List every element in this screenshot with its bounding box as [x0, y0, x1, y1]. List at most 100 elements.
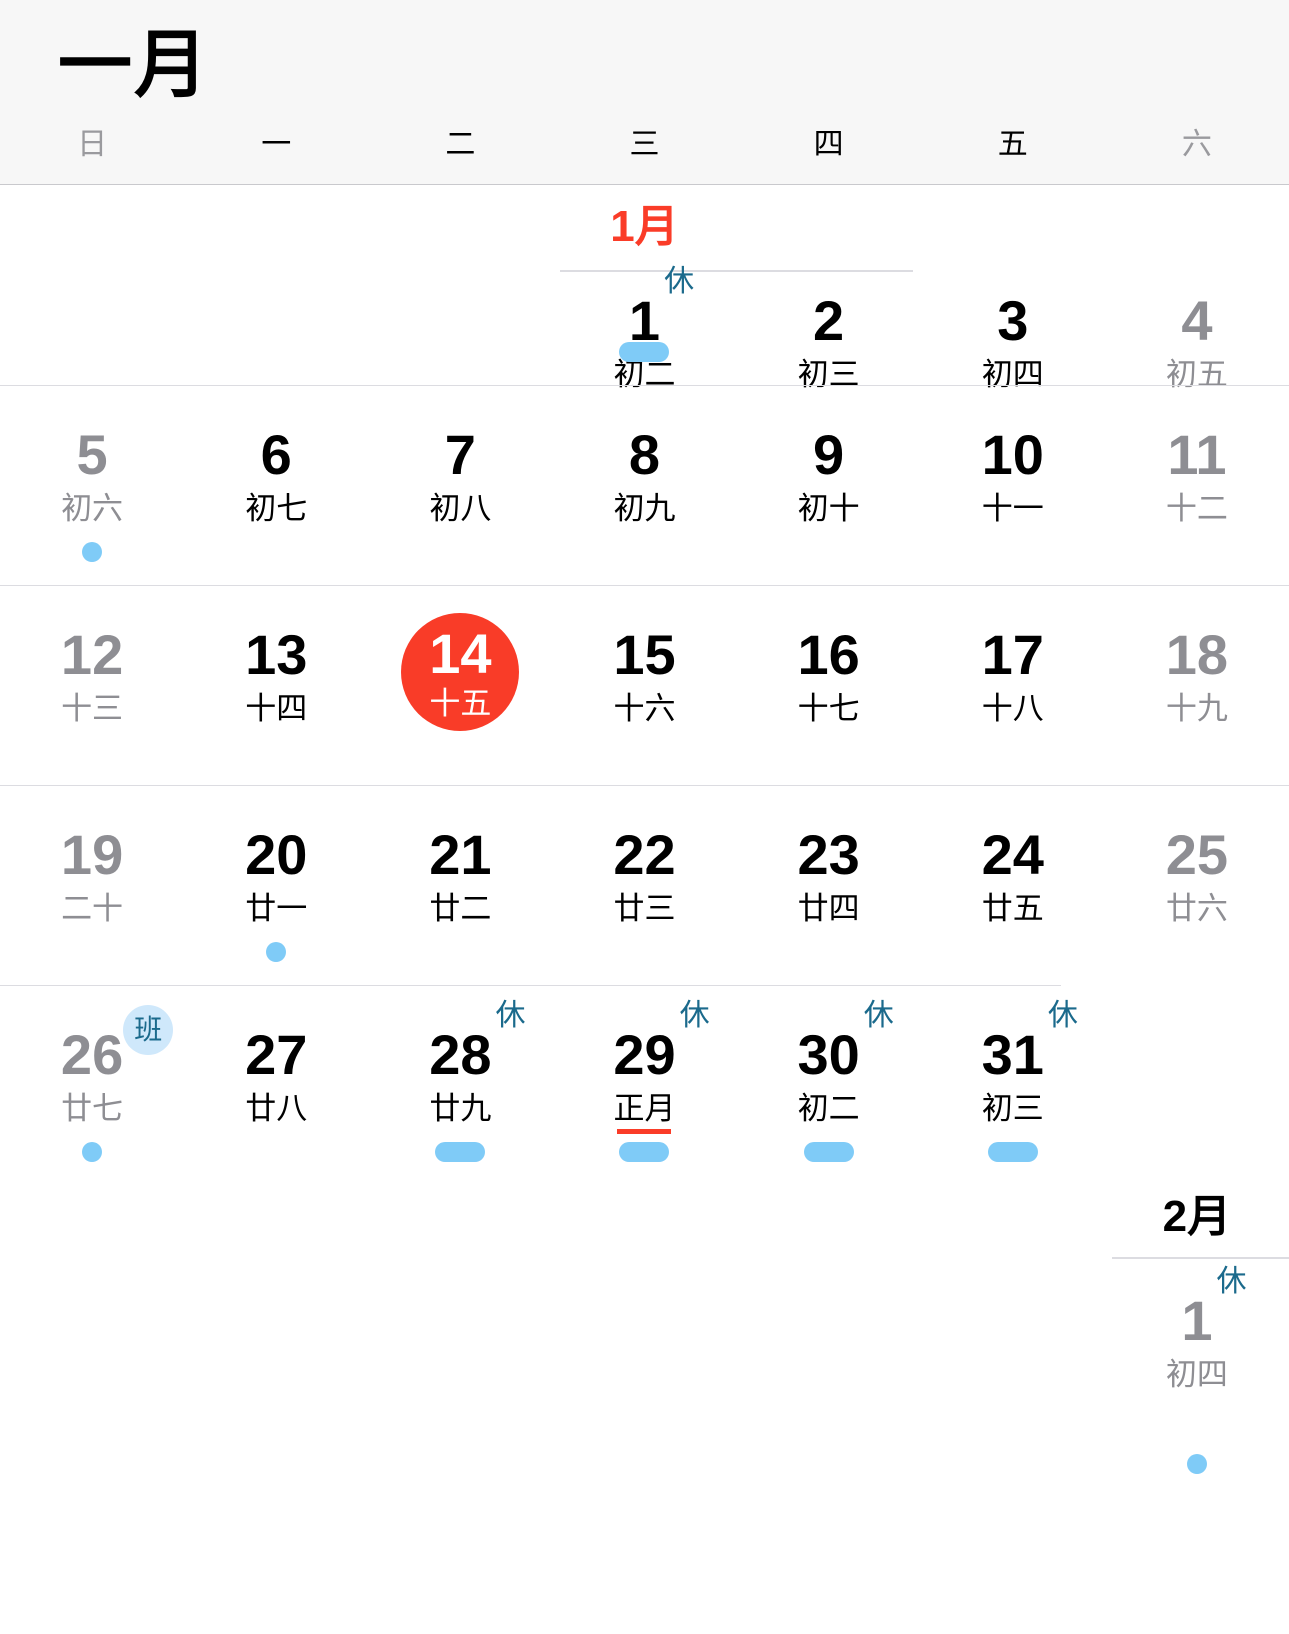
weekday-header-row: 日一二三四五六: [0, 130, 1289, 185]
calendar-day-cell[interactable]: 17 十八: [921, 585, 1105, 785]
calendar-day-cell[interactable]: 2月 1 休初四: [1105, 1185, 1289, 1539]
day-content: 26 班廿七: [0, 1005, 184, 1124]
calendar-day-cell[interactable]: 26 班廿七: [0, 985, 184, 1185]
calendar-day-cell[interactable]: 28 休廿九: [368, 985, 552, 1185]
calendar-day-cell[interactable]: 21 廿二: [368, 785, 552, 985]
day-number: 14: [429, 621, 492, 685]
calendar-week-row: 26 班廿七 27 廿八 28 休廿九 29 休正月 30 休初二 31 休初三: [0, 985, 1289, 1185]
calendar-cell-empty: [184, 185, 368, 385]
event-indicator-group: [552, 1142, 736, 1167]
event-indicator: [82, 1142, 103, 1162]
day-number: 24: [981, 823, 1044, 886]
day-content: 17 十八: [921, 627, 1105, 725]
calendar-day-cell[interactable]: 20 廿一: [184, 785, 368, 985]
calendar-day-cell[interactable]: 10 十一: [921, 385, 1105, 585]
calendar-week-row: 1月 1 休初二 2 初三 3 初四 4 初五: [0, 185, 1289, 391]
calendar-day-cell[interactable]: 24 廿五: [921, 785, 1105, 985]
calendar-day-cell[interactable]: 2 初三: [737, 185, 921, 391]
day-content: 9 初十: [737, 427, 921, 525]
calendar-day-cell[interactable]: 8 初九: [552, 385, 736, 585]
calendar-day-cell[interactable]: 5 初六: [0, 385, 184, 585]
day-content: 10 十一: [921, 423, 1105, 525]
calendar-cell-empty: [0, 1185, 184, 1539]
calendar-cell-empty: [1105, 985, 1289, 1185]
month-grid: 1月 1 休初二 2 初三 3 初四 4 初五 5 初六 6 初七 7 初八 8 初九 9 初十 10 十一 11 十二 12…: [0, 185, 1289, 1185]
weekday-header-0: 日: [77, 128, 108, 161]
event-indicator-group: [921, 1142, 1105, 1167]
lunar-date: 初四: [1165, 1357, 1228, 1392]
rest-day-badge: 休: [1047, 999, 1078, 1032]
calendar-cell-empty: [921, 1185, 1105, 1539]
lunar-date: 廿二: [429, 891, 492, 926]
lunar-date: 十六: [613, 691, 676, 726]
day-number: 27: [245, 1023, 308, 1086]
day-number: 1: [1181, 1289, 1213, 1352]
calendar-day-cell[interactable]: 30 休初二: [737, 985, 921, 1185]
calendar-day-cell[interactable]: 6 初七: [184, 385, 368, 585]
calendar-app: 一月 日一二三四五六 1月 1 休初二 2 初三 3 初四 4 初五 5 初六 6 初七 7 初八 8 初九 9 初…: [0, 0, 1289, 1634]
lunar-date: 十二: [1165, 491, 1228, 526]
weekday-header-6: 六: [1181, 128, 1212, 161]
day-number: 13: [245, 623, 308, 686]
calendar-day-cell[interactable]: 4 初五: [1105, 185, 1289, 391]
lunar-date: 十九: [1165, 691, 1228, 726]
day-number: 1: [628, 289, 661, 352]
day-number: 18: [1165, 623, 1229, 686]
calendar-day-cell[interactable]: 25 廿六: [1105, 785, 1289, 985]
calendar-day-cell[interactable]: 9 初十: [737, 385, 921, 585]
calendar-day-cell[interactable]: 12 十三: [0, 585, 184, 785]
lunar-date: 初六: [61, 491, 124, 526]
lunar-date: 廿三: [613, 891, 676, 926]
calendar-day-cell[interactable]: 18 十九: [1105, 585, 1289, 785]
day-content: 12 十三: [0, 627, 184, 725]
day-content: 23 廿四: [737, 827, 921, 925]
day-number: 29: [613, 1023, 676, 1086]
calendar-day-cell[interactable]: 23 廿四: [737, 785, 921, 985]
event-indicator: [619, 1142, 670, 1162]
calendar-cell-empty: [184, 1185, 368, 1539]
calendar-day-cell[interactable]: 29 休正月: [552, 985, 736, 1185]
month-tag-label: 2月: [1162, 1192, 1232, 1241]
work-day-badge: 班: [123, 1005, 174, 1055]
day-number: 5: [76, 423, 108, 486]
lunar-date: 十五: [429, 685, 492, 721]
calendar-cell-empty: [552, 1185, 736, 1539]
event-indicator-group: [0, 1142, 184, 1167]
calendar-day-cell[interactable]: 1月 1 休初二: [552, 185, 914, 390]
calendar-day-cell[interactable]: 31 休初三: [921, 985, 1105, 1185]
calendar-day-cell[interactable]: 22 廿三: [552, 785, 736, 985]
day-number: 25: [1165, 823, 1229, 886]
day-content: 8 初九: [552, 427, 736, 526]
page-title: 一月: [58, 23, 210, 106]
lunar-date: 初九: [613, 491, 676, 526]
lunar-date: 廿八: [245, 1091, 308, 1126]
calendar-day-cell[interactable]: 11 十二: [1105, 385, 1289, 585]
day-content: 13 十四: [184, 623, 368, 725]
day-content: 28 休廿九: [368, 1001, 552, 1126]
day-content: 1 休初四: [1105, 1267, 1289, 1392]
weekday-header-1: 一: [261, 128, 292, 161]
event-indicator: [266, 942, 287, 962]
lunar-date: 二十: [61, 891, 124, 926]
day-number: 21: [429, 823, 492, 886]
calendar-day-cell[interactable]: 3 初四: [921, 185, 1105, 391]
calendar-day-cell[interactable]: 15 十六: [552, 585, 736, 785]
month-tag-label: 1月: [610, 202, 679, 251]
selected-day-circle[interactable]: 14 十五: [401, 613, 520, 731]
day-number: 28: [429, 1023, 492, 1086]
lunar-date: 廿九: [429, 1091, 492, 1126]
calendar-day-cell[interactable]: 7 初八: [368, 385, 552, 585]
day-content: 6 初七: [184, 427, 368, 525]
calendar-day-cell[interactable]: 16 十七: [737, 585, 921, 785]
event-indicator: [803, 1142, 854, 1162]
calendar-day-cell[interactable]: 27 廿八: [184, 985, 368, 1185]
calendar-week-row: 12 十三 13 十四 14 十五 15 十六 16 十七 17 十八 18 十九: [0, 585, 1289, 785]
day-number: 10: [981, 423, 1044, 486]
event-indicator-group: [1105, 1454, 1289, 1479]
day-content: 19 二十: [0, 827, 184, 926]
calendar-day-cell[interactable]: 14 十五: [368, 585, 552, 785]
rest-day-badge: 休: [664, 265, 695, 298]
calendar-day-cell[interactable]: 13 十四: [184, 585, 368, 785]
calendar-day-cell[interactable]: 19 二十: [0, 785, 184, 985]
lunar-date: 初三: [981, 1091, 1044, 1126]
